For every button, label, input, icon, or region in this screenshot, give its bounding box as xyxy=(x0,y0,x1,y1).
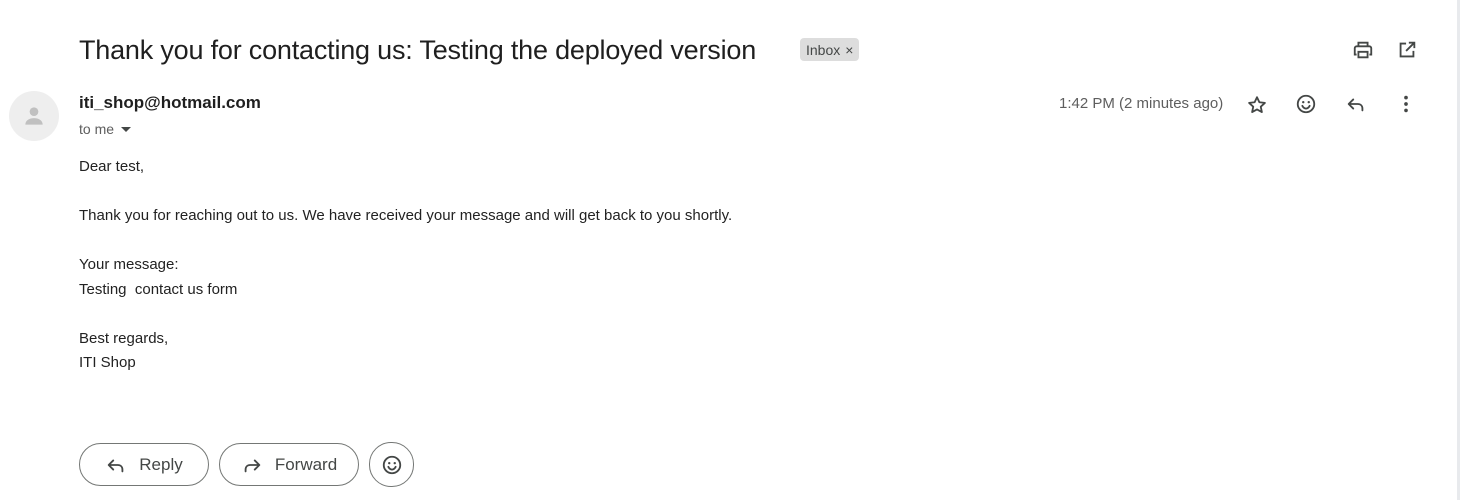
emoji-reaction-button[interactable] xyxy=(369,442,414,487)
forward-button[interactable]: Forward xyxy=(219,443,359,486)
emoji-icon[interactable] xyxy=(1292,90,1320,118)
reply-button[interactable]: Reply xyxy=(79,443,209,486)
forward-button-label: Forward xyxy=(274,454,338,474)
message-body: Dear test, Thank you for reaching out to… xyxy=(79,155,732,376)
remove-label-icon[interactable]: × xyxy=(845,42,853,58)
star-icon[interactable] xyxy=(1243,91,1271,119)
label-text: Inbox xyxy=(806,41,841,58)
sender-email[interactable]: iti_shop@hotmail.com xyxy=(79,93,261,113)
recipient-details-toggle[interactable]: to me xyxy=(79,121,132,137)
emoji-icon xyxy=(382,455,401,474)
inbox-label-chip[interactable]: Inbox × xyxy=(800,38,860,61)
body-line xyxy=(79,180,732,205)
person-icon xyxy=(25,107,43,125)
email-subject: Thank you for contacting us: Testing the… xyxy=(79,35,757,65)
chevron-down-icon xyxy=(121,126,132,132)
body-line: Thank you for reaching out to us. We hav… xyxy=(79,207,733,224)
more-vert-icon[interactable] xyxy=(1392,90,1420,118)
avatar[interactable] xyxy=(9,91,59,141)
body-line: Your message: xyxy=(79,256,179,273)
reply-button-label: Reply xyxy=(139,454,183,474)
body-line: Testing contact us form xyxy=(79,280,238,298)
reply-icon xyxy=(108,459,124,472)
reply-icon[interactable] xyxy=(1342,90,1370,118)
print-icon[interactable] xyxy=(1349,36,1377,64)
body-line: ITI Shop xyxy=(79,354,136,371)
body-line xyxy=(79,229,732,254)
message-timestamp: 1:42 PM (2 minutes ago) xyxy=(1059,95,1224,112)
open-in-new-window-icon[interactable] xyxy=(1393,36,1421,64)
body-line: Best regards, xyxy=(79,329,169,347)
recipient-label: to me xyxy=(79,121,115,137)
forward-icon xyxy=(244,459,261,472)
body-line: Dear test, xyxy=(79,158,145,175)
body-line xyxy=(79,302,732,327)
